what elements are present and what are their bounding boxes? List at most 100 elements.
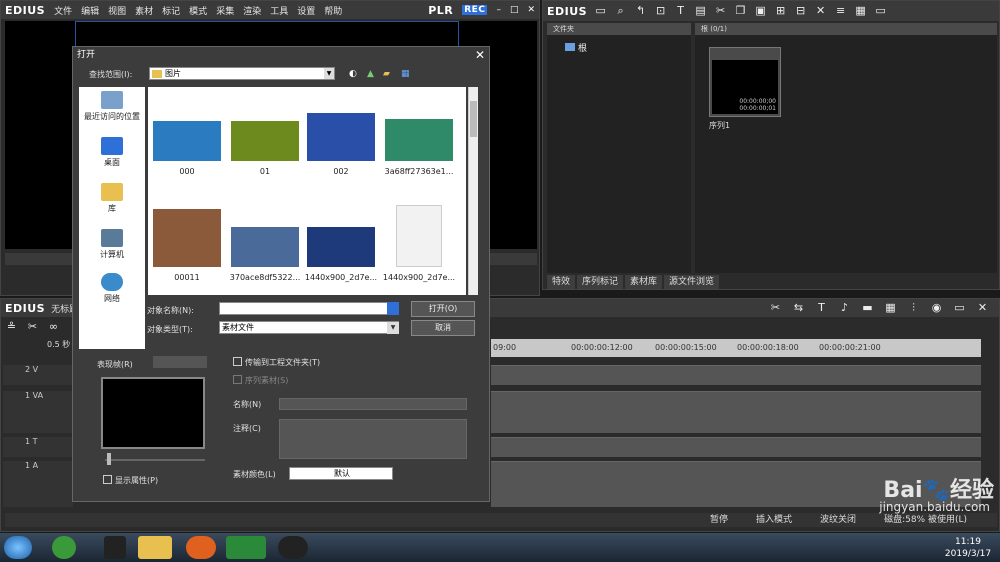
show-props-checkbox[interactable] (103, 475, 112, 484)
menu-marker[interactable]: 标记 (162, 4, 180, 17)
search-icon[interactable]: ⌕ (614, 5, 627, 17)
seq-clip-checkbox[interactable] (233, 375, 242, 384)
chevron-down-icon[interactable]: ▼ (387, 322, 399, 334)
open-button[interactable]: 打开(O) (411, 301, 475, 317)
file-item[interactable]: 000 (150, 107, 224, 176)
render-icon[interactable]: ▬ (861, 302, 874, 314)
filetype-select[interactable]: 素材文件 (219, 321, 399, 334)
split-icon[interactable]: ✂ (769, 302, 782, 314)
import-icon[interactable]: ⊡ (654, 5, 667, 17)
cut-tool-icon[interactable]: ✂ (26, 321, 39, 333)
new-folder-icon[interactable]: ▰ (383, 69, 390, 79)
place-recent[interactable]: 最近访问的位置 (79, 91, 145, 122)
minimize-icon[interactable]: – (496, 5, 501, 15)
track-1va[interactable] (491, 391, 981, 433)
color-bars-icon[interactable]: ▤ (694, 5, 707, 17)
cancel-button[interactable]: 取消 (411, 320, 475, 336)
clock[interactable]: 11:19 2019/3/17 (940, 536, 996, 560)
tab-bin[interactable]: 素材库 (625, 275, 663, 289)
record-icon[interactable]: ◉ (930, 302, 943, 314)
track-1t[interactable] (491, 437, 981, 457)
view-menu-icon[interactable]: ▦ (401, 69, 410, 79)
menu-render[interactable]: 渲染 (243, 4, 261, 17)
preview-frame-field[interactable] (153, 356, 207, 368)
cut-icon[interactable]: ✂ (714, 5, 727, 17)
close-icon[interactable]: ✕ (527, 5, 539, 15)
menu-file[interactable]: 文件 (54, 4, 72, 17)
paste-icon[interactable]: ▣ (754, 5, 767, 17)
file-scrollbar[interactable] (468, 87, 478, 295)
file-item[interactable]: 1440x900_2d7e... (382, 205, 456, 282)
file-item[interactable]: 002 (304, 107, 378, 176)
explorer-icon[interactable] (138, 536, 172, 559)
timeline-ruler[interactable]: 09:00 00:00:00:12:00 00:00:00:15:00 00:0… (491, 339, 981, 357)
close-icon[interactable]: ✕ (976, 302, 989, 314)
audio-icon[interactable]: ♪ (838, 302, 851, 314)
title-tool-icon[interactable]: T (815, 302, 828, 314)
preview-slider-handle[interactable] (107, 453, 111, 465)
chevron-down-icon[interactable]: ▼ (324, 68, 334, 79)
tab-sequence-markers[interactable]: 序列标记 (577, 275, 624, 289)
file-item[interactable]: 3a68ff27363e1... (382, 107, 456, 176)
title-icon[interactable]: T (674, 5, 687, 17)
tab-source-browser[interactable]: 源文件浏览 (664, 275, 720, 289)
lookin-select[interactable]: 图片 ▼ (149, 67, 335, 80)
plr-label[interactable]: PLR (428, 4, 453, 17)
menu-mode[interactable]: 模式 (189, 4, 207, 17)
rec-label[interactable]: REC (462, 5, 488, 15)
clip-color-button[interactable]: 默认 (289, 467, 393, 480)
track-header-1a[interactable]: 1 A (3, 461, 73, 507)
menu-capture[interactable]: 采集 (216, 4, 234, 17)
clip-thumbnail[interactable]: 00:00:00;00 00:00:00;01 (709, 47, 781, 117)
menu-tools[interactable]: 工具 (270, 4, 288, 17)
place-computer[interactable]: 计算机 (79, 229, 145, 260)
status-ripple[interactable]: 波纹关闭 (820, 513, 856, 527)
tab-effects[interactable]: 特效 (547, 275, 576, 289)
overwrite-icon[interactable]: ⊟ (794, 5, 807, 17)
track-icon[interactable]: ≗ (5, 321, 18, 333)
scroll-thumb[interactable] (470, 101, 477, 137)
record-taskbar-icon[interactable] (278, 536, 308, 559)
file-item[interactable]: 01 (228, 107, 302, 176)
comment-field[interactable] (279, 419, 467, 459)
up-folder-icon[interactable]: ▲ (367, 69, 374, 79)
preview-slider[interactable] (105, 459, 205, 461)
window-icon[interactable]: ▭ (953, 302, 966, 314)
place-network[interactable]: 网络 (79, 273, 145, 304)
properties-icon[interactable]: ≡ (834, 5, 847, 17)
place-library[interactable]: 库 (79, 183, 145, 214)
edius-taskbar-icon[interactable] (226, 536, 266, 559)
place-desktop[interactable]: 桌面 (79, 137, 145, 168)
mixer-icon[interactable]: ⫶ (907, 302, 920, 314)
track-header-1t[interactable]: 1 T (3, 437, 73, 457)
dialog-close-icon[interactable]: ✕ (475, 48, 485, 62)
maximize-icon[interactable]: □ (510, 5, 519, 15)
insert-icon[interactable]: ⊞ (774, 5, 787, 17)
qq-icon[interactable] (104, 536, 126, 559)
up-icon[interactable]: ↰ (634, 5, 647, 17)
firefox-icon[interactable] (186, 536, 216, 559)
menu-settings[interactable]: 设置 (297, 4, 315, 17)
file-item[interactable]: 1440x900_2d7e... (304, 209, 378, 282)
menu-edit[interactable]: 编辑 (81, 4, 99, 17)
file-item[interactable]: 370ace8df5322... (228, 209, 302, 282)
back-icon[interactable]: ◐ (349, 69, 357, 79)
copy-icon[interactable]: ❐ (734, 5, 747, 17)
filename-dropdown-icon[interactable] (387, 302, 399, 315)
status-insert-mode[interactable]: 插入模式 (756, 513, 792, 527)
menu-clip[interactable]: 素材 (135, 4, 153, 17)
track-header-2v[interactable]: 2 V (3, 365, 73, 385)
track-2v[interactable] (491, 365, 981, 385)
view-icon[interactable]: ▦ (854, 5, 867, 17)
link-icon[interactable]: ∞ (47, 321, 60, 333)
ripple-icon[interactable]: ⇆ (792, 302, 805, 314)
app-360-icon[interactable] (52, 536, 76, 559)
start-button-icon[interactable] (4, 536, 32, 559)
folder-icon[interactable]: ▭ (594, 5, 607, 17)
grid-icon[interactable]: ▦ (884, 302, 897, 314)
filename-input[interactable] (219, 302, 399, 315)
track-header-1va[interactable]: 1 VA (3, 391, 73, 433)
delete-icon[interactable]: ✕ (814, 5, 827, 17)
menu-help[interactable]: 帮助 (324, 4, 342, 17)
folder-root[interactable]: 根 (547, 35, 691, 54)
